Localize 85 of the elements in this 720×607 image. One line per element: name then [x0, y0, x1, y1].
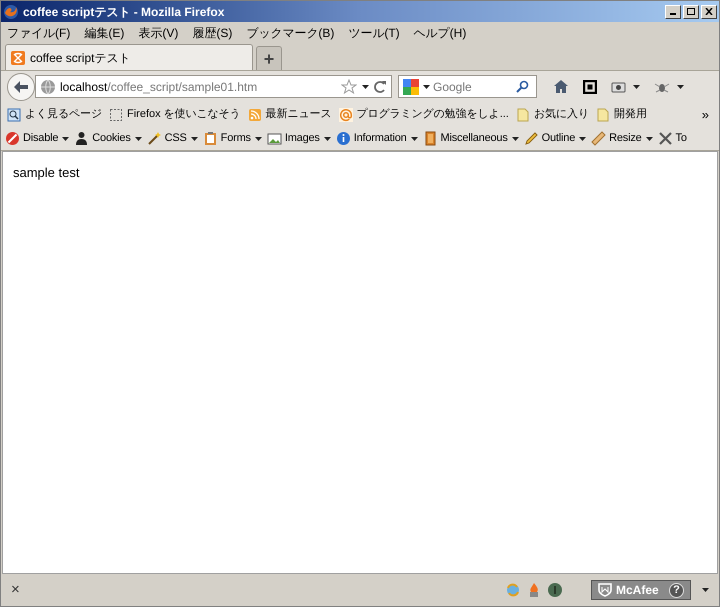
- caret-icon: [190, 136, 198, 140]
- folder-icon: [516, 108, 530, 122]
- close-status-button[interactable]: ×: [11, 578, 20, 602]
- caret-icon: [410, 136, 418, 140]
- bookmark-item[interactable]: 最新ニュース: [248, 106, 332, 123]
- toolbar-menu-button[interactable]: Images: [266, 130, 331, 147]
- dropdown-caret-icon: [362, 84, 369, 88]
- bookmark-item[interactable]: Firefox を使いこなそう: [109, 106, 241, 123]
- bookmark-item[interactable]: お気に入り: [516, 106, 589, 123]
- browser-logo-icon: [3, 4, 19, 20]
- caret-icon: [512, 136, 519, 140]
- back-button[interactable]: [7, 72, 35, 100]
- bookmarks-overflow-button[interactable]: »: [702, 104, 713, 124]
- toolbar-menu-button[interactable]: Information: [336, 130, 418, 147]
- feed-icon: [248, 108, 262, 122]
- no-entry-icon: [5, 131, 20, 146]
- caret-icon: [423, 84, 430, 88]
- tab-title: coffee scriptテスト: [30, 50, 130, 66]
- url-path: /coffee_script/sample01.htm: [107, 78, 258, 96]
- caret-icon: [633, 84, 640, 88]
- page-search-icon: [7, 108, 21, 122]
- toolbar-menu-button[interactable]: Outline: [524, 130, 586, 147]
- caret-icon: [646, 136, 653, 140]
- menu-item[interactable]: ファイル(F): [7, 24, 70, 42]
- caret-icon: [134, 136, 142, 140]
- menu-item[interactable]: 表示(V): [138, 24, 178, 42]
- globe-icon: [40, 78, 56, 94]
- toolbar-menu-button[interactable]: Miscellaneous: [422, 130, 519, 147]
- mcafee-badge[interactable]: McAfee ?: [591, 580, 691, 600]
- star-icon[interactable]: [341, 78, 357, 94]
- menu-item[interactable]: ブックマーク(B): [246, 24, 334, 42]
- bookmark-item[interactable]: プログラミングの勉強をしよ...: [338, 106, 509, 123]
- clipboard-icon: [202, 131, 218, 146]
- dropdown-caret-icon: [702, 588, 709, 592]
- page-text: sample test: [13, 164, 80, 182]
- search-engine-logo-icon: [403, 78, 419, 94]
- url-host: localhost: [60, 78, 108, 96]
- back-arrow-icon: [13, 80, 29, 94]
- reload-icon[interactable]: [373, 80, 387, 94]
- toolbar-menu-button[interactable]: Cookies: [74, 130, 142, 147]
- browser-tab[interactable]: coffee scriptテスト: [5, 44, 253, 70]
- shield-icon: [598, 583, 612, 597]
- menu-item[interactable]: ツール(T): [348, 24, 400, 42]
- caret-icon: [254, 136, 262, 140]
- toolbar-menu-button[interactable]: Forms: [202, 130, 262, 147]
- search-field[interactable]: Google: [398, 75, 537, 98]
- ruler-icon: [591, 131, 606, 146]
- menu-item[interactable]: 履歴(S): [192, 24, 232, 42]
- caret-icon: [324, 136, 331, 140]
- mcafee-label: McAfee: [616, 582, 659, 599]
- info-icon: [336, 131, 351, 146]
- caret-icon: [677, 84, 684, 88]
- address-bar[interactable]: localhost/coffee_script/sample01.htm: [35, 75, 392, 98]
- toolbar-menu-button[interactable]: Resize: [591, 130, 653, 147]
- bookmark-item[interactable]: よく見るページ: [7, 106, 102, 123]
- at-sign-icon: [338, 108, 353, 122]
- window-title: coffee scriptテスト - Mozilla Firefox: [23, 4, 226, 20]
- menu-item[interactable]: 編集(E): [84, 24, 124, 42]
- bookmark-item[interactable]: 開発用: [596, 106, 647, 123]
- toolbar-menu-button[interactable]: CSS: [146, 130, 198, 147]
- camera-icon[interactable]: [611, 80, 626, 93]
- close-button[interactable]: [701, 4, 717, 18]
- caret-icon: [62, 136, 70, 140]
- site-icon: [10, 50, 26, 66]
- round-badge-icon[interactable]: [547, 582, 563, 598]
- menu-item[interactable]: ヘルプ(H): [414, 24, 466, 42]
- person-icon: [74, 131, 90, 146]
- image-icon: [266, 131, 282, 146]
- maximize-button[interactable]: [683, 4, 699, 18]
- search-input[interactable]: Google: [433, 78, 513, 96]
- search-icon[interactable]: [516, 80, 529, 93]
- book-icon: [422, 131, 438, 146]
- home-icon[interactable]: [553, 79, 569, 94]
- folder-icon: [596, 108, 610, 122]
- dashed-page-icon: [109, 108, 123, 122]
- close-icon: [705, 8, 713, 15]
- new-tab-button[interactable]: +: [256, 46, 282, 70]
- toolbar-menu-button[interactable]: To: [658, 130, 687, 147]
- pencil-icon: [524, 131, 539, 146]
- wand-icon: [146, 131, 162, 146]
- minimize-button[interactable]: [665, 4, 681, 18]
- help-button[interactable]: ?: [669, 582, 684, 598]
- caret-icon: [579, 136, 586, 140]
- maximize-icon: [687, 8, 695, 15]
- toolbar-menu-button[interactable]: Disable: [5, 130, 70, 147]
